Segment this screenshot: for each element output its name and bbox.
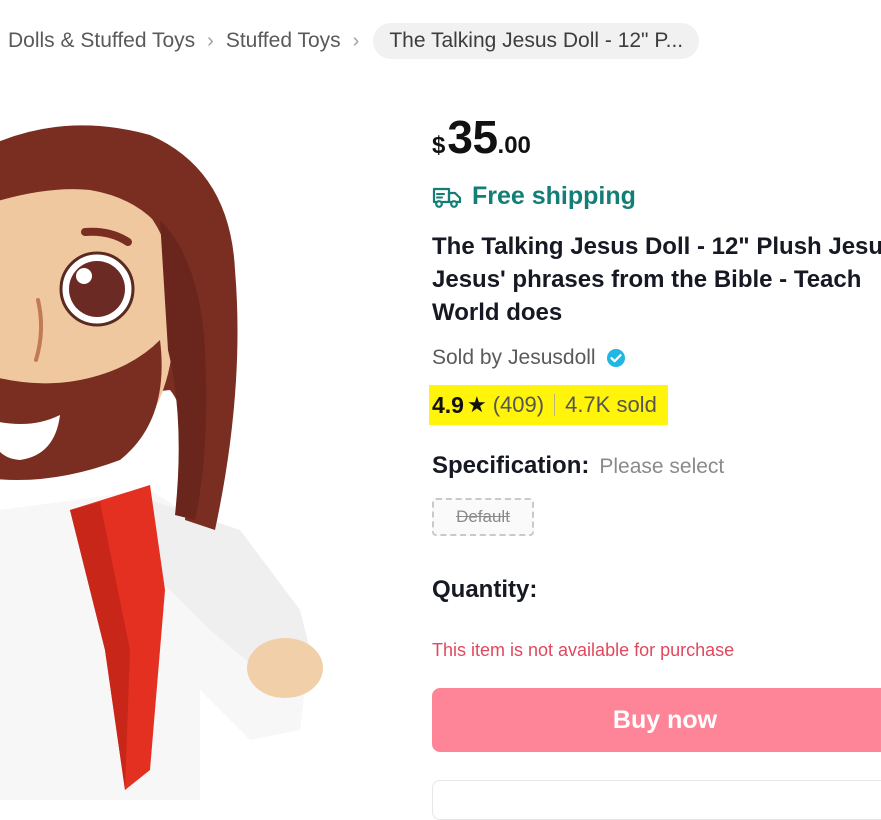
spec-option-default[interactable]: Default	[432, 498, 534, 536]
product-title: The Talking Jesus Doll - 12" Plush Jesu …	[432, 230, 881, 329]
unavailable-message: This item is not available for purchase	[432, 640, 735, 660]
free-shipping-badge: Free shipping	[432, 182, 636, 211]
specification-row: Specification: Please select	[432, 452, 724, 480]
divider	[554, 394, 556, 416]
product-title-line: The Talking Jesus Doll - 12" Plush Jesu	[432, 233, 881, 260]
breadcrumb-stuffed-toys[interactable]: Stuffed Toys	[226, 29, 341, 53]
secondary-button[interactable]	[432, 780, 881, 820]
price-currency: $	[432, 132, 446, 159]
rating-summary[interactable]: 4.9 ★ (409) 4.7K sold	[429, 385, 668, 425]
specification-label: Specification:	[432, 452, 590, 479]
review-count[interactable]: (409)	[493, 392, 544, 418]
breadcrumb-current-product: The Talking Jesus Doll - 12" P...	[373, 23, 700, 59]
star-icon: ★	[466, 392, 487, 417]
seller-info: Sold by Jesusdoll	[432, 346, 626, 370]
product-image[interactable]	[0, 90, 400, 800]
product-title-line: Jesus' phrases from the Bible - Teach	[432, 266, 862, 293]
delivery-truck-icon	[432, 187, 462, 208]
sold-count: 4.7K sold	[565, 392, 657, 417]
breadcrumb: Dolls & Stuffed Toys › Stuffed Toys › Th…	[8, 22, 700, 60]
seller-prefix: Sold by	[432, 346, 503, 369]
chevron-right-icon: ›	[352, 29, 360, 52]
verified-badge-icon	[606, 349, 625, 367]
plush-doll-image	[0, 125, 323, 800]
product-price: $ 35 .00	[432, 110, 531, 164]
shipping-text: Free shipping	[472, 182, 636, 210]
chevron-right-icon: ›	[207, 29, 214, 52]
product-title-line: World does	[432, 299, 563, 326]
seller-name-link[interactable]: Jesusdoll	[508, 346, 596, 370]
quantity-label: Quantity:	[432, 576, 538, 603]
specification-hint: Please select	[599, 455, 725, 478]
price-whole: 35	[447, 111, 498, 163]
price-cents: .00	[497, 132, 531, 159]
buy-now-button[interactable]: Buy now	[432, 688, 881, 752]
breadcrumb-dolls-stuffed-toys[interactable]: Dolls & Stuffed Toys	[8, 29, 195, 53]
rating-score: 4.9	[432, 391, 464, 418]
